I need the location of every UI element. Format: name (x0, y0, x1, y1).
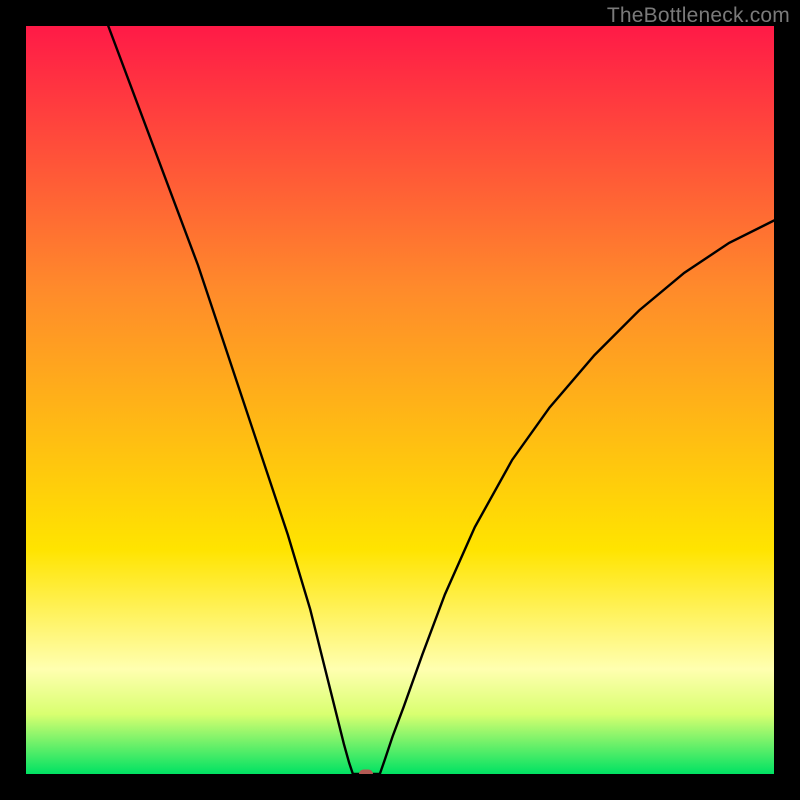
bottleneck-curve (26, 26, 774, 774)
curve-right-branch (380, 220, 774, 774)
current-point-marker (359, 770, 373, 775)
chart-container: TheBottleneck.com (0, 0, 800, 800)
curve-left-branch (108, 26, 353, 774)
plot-area (26, 26, 774, 774)
outer-frame: TheBottleneck.com (0, 0, 800, 800)
watermark-text: TheBottleneck.com (607, 4, 790, 28)
